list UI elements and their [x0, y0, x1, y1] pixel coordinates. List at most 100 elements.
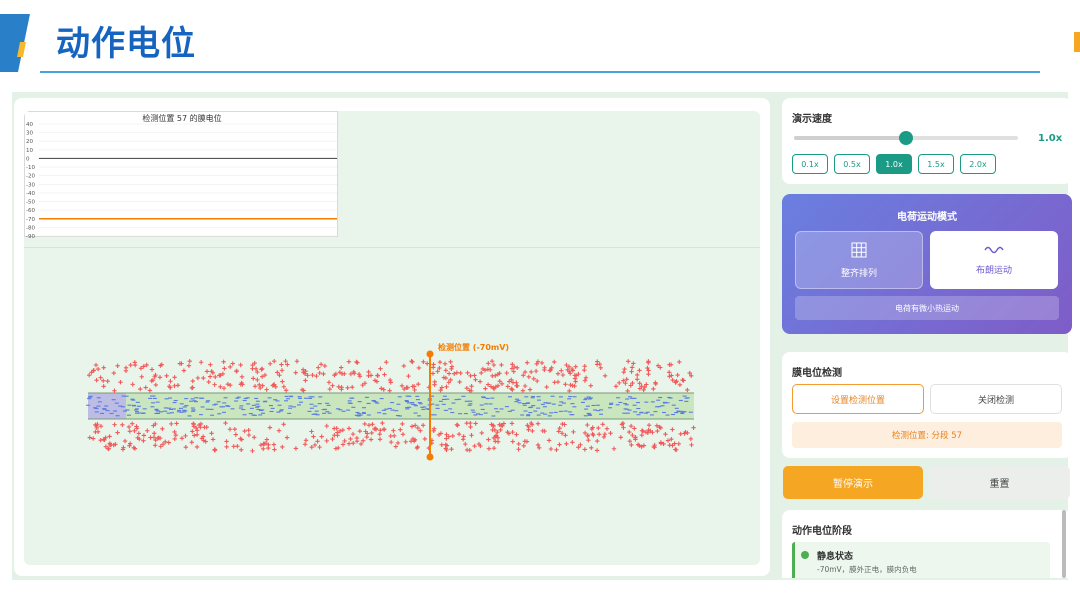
positive-charge: [130, 382, 135, 387]
positive-charge: [141, 438, 146, 443]
ordered-mode-button[interactable]: 整齐排列: [795, 231, 923, 289]
detect-card: 膜电位检测 设置检测位置 关闭检测 检测位置: 分段 57: [782, 352, 1072, 458]
positive-charge: [449, 447, 454, 452]
speed-option-button[interactable]: 0.1x: [792, 154, 828, 174]
simulation-canvas[interactable]: 检测位置 57 的膜电位 40 30 20 10 0 -10 -20 -30 -40 -50 -60…: [24, 111, 760, 565]
phase-item: 静息状态 -70mV，膜外正电，膜内负电: [792, 542, 1050, 578]
positive-charge: [346, 426, 352, 431]
positive-charge: [486, 446, 492, 451]
speed-slider-thumb[interactable]: [899, 131, 913, 145]
positive-charge: [401, 363, 407, 369]
positive-charge: [255, 377, 260, 383]
speed-value: 1.0x: [1038, 133, 1063, 144]
positive-charge: [106, 446, 111, 452]
positive-charge: [388, 380, 394, 385]
positive-charge: [233, 432, 238, 437]
positive-charge: [276, 428, 282, 433]
speed-option-button[interactable]: 1.5x: [918, 154, 954, 174]
positive-charge: [468, 373, 473, 378]
positive-charge: [594, 448, 600, 453]
speed-option-button[interactable]: 0.5x: [834, 154, 870, 174]
positive-charge: [637, 368, 642, 373]
positive-charge: [630, 432, 635, 438]
positive-charge: [582, 368, 587, 373]
positive-charge: [212, 382, 217, 387]
positive-charge: [658, 441, 664, 446]
brownian-mode-button[interactable]: 布朗运动: [930, 231, 1058, 289]
positive-charge: [258, 385, 263, 391]
positive-charge: [525, 360, 530, 365]
positive-charge: [377, 437, 383, 442]
positive-charge: [350, 431, 356, 437]
positive-charge: [130, 421, 135, 426]
positive-charge: [141, 433, 147, 438]
positive-charge: [335, 433, 340, 438]
speed-option-button[interactable]: 1.0x: [876, 154, 912, 174]
positive-charge: [618, 435, 623, 440]
positive-charge: [354, 438, 360, 444]
positive-charge: [246, 432, 252, 438]
charge-mode-card: 电荷运动模式 整齐排列 布朗运动 电荷有微小热运动: [782, 194, 1072, 334]
panel-scrollbar[interactable]: [1062, 510, 1066, 578]
pause-button[interactable]: 暂停演示: [783, 466, 923, 499]
positive-charge: [416, 381, 421, 387]
positive-charge: [279, 368, 285, 373]
positive-charge: [491, 445, 497, 451]
reset-button[interactable]: 重置: [929, 466, 1070, 499]
positive-charge: [340, 427, 346, 433]
positive-charge: [94, 377, 99, 383]
positive-charge: [596, 425, 601, 431]
positive-charge: [629, 365, 635, 370]
positive-charge: [294, 359, 300, 364]
positive-charge: [557, 442, 562, 447]
set-detect-position-button[interactable]: 设置检测位置: [792, 384, 924, 414]
speed-slider-fill: [794, 136, 906, 140]
positive-charge: [251, 435, 257, 440]
positive-charge: [395, 440, 401, 446]
cell-membrane: [88, 393, 694, 419]
positive-charge: [145, 428, 150, 433]
positive-charge: [310, 372, 315, 378]
positive-charge: [153, 382, 159, 388]
positive-charge: [260, 383, 265, 388]
positive-charge: [143, 385, 148, 390]
positive-charge: [183, 445, 189, 450]
positive-charge: [490, 373, 495, 379]
positive-charge: [567, 388, 572, 394]
positive-charge: [673, 447, 678, 452]
positive-charge: [589, 445, 594, 451]
phase-card: 动作电位阶段 静息状态 -70mV，膜外正电，膜内负电: [782, 510, 1072, 578]
corner-decoration: [1074, 32, 1080, 52]
positive-charge: [616, 380, 622, 386]
positive-charge: [485, 367, 491, 372]
positive-charge: [677, 359, 682, 365]
positive-charge: [239, 374, 245, 380]
speed-option-button[interactable]: 2.0x: [960, 154, 996, 174]
positive-charge: [651, 386, 656, 392]
positive-charge: [571, 429, 576, 435]
positive-charge: [498, 427, 503, 433]
positive-charge: [213, 374, 218, 380]
positive-charge: [611, 446, 617, 451]
close-detect-button[interactable]: 关闭检测: [930, 384, 1062, 414]
positive-charge: [326, 380, 332, 385]
positive-charge: [228, 382, 233, 388]
positive-charge: [477, 379, 483, 384]
positive-charge: [192, 433, 197, 438]
positive-charge: [608, 431, 613, 436]
positive-charge: [667, 443, 672, 448]
speed-slider[interactable]: [794, 131, 1018, 145]
positive-charge: [504, 370, 509, 376]
positive-charge: [468, 424, 473, 430]
positive-charge: [319, 434, 324, 439]
positive-charge: [531, 376, 536, 382]
mode-title: 电荷运动模式: [897, 212, 957, 223]
positive-charge: [309, 429, 314, 434]
positive-charge: [312, 442, 318, 448]
positive-charge: [331, 426, 337, 431]
positive-charge: [457, 379, 462, 385]
positive-charge: [357, 428, 363, 434]
positive-charge: [632, 426, 637, 431]
positive-charge: [570, 440, 575, 445]
positive-charge: [479, 430, 484, 436]
